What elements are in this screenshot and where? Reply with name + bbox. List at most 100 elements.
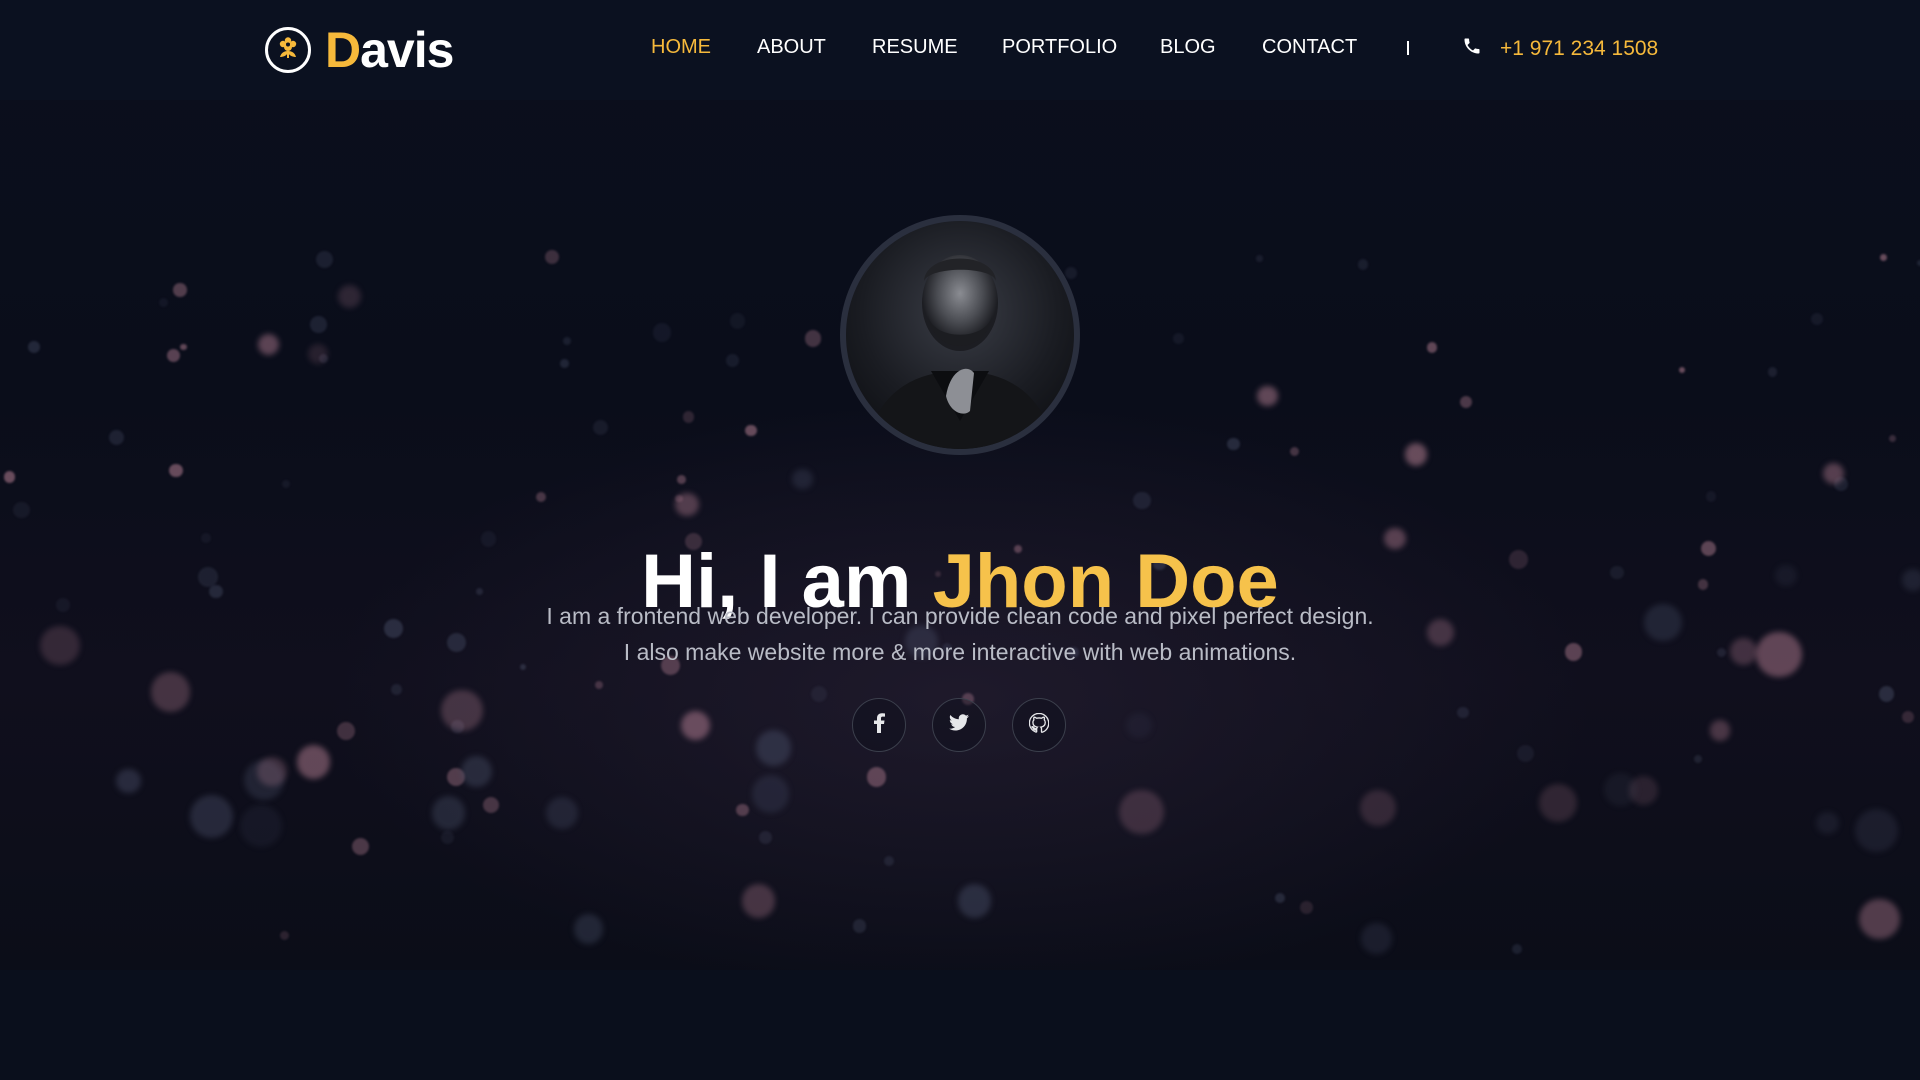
bokeh-particle — [257, 333, 279, 355]
bokeh-particle — [1705, 491, 1716, 502]
bokeh-particle — [240, 805, 283, 848]
bokeh-particle — [257, 756, 287, 787]
nav-resume[interactable]: RESUME — [872, 36, 958, 59]
bokeh-particle — [109, 429, 124, 445]
bokeh-particle — [307, 343, 329, 365]
hero-description-line-2: I also make website more & more interact… — [623, 639, 1297, 665]
brand-rest: avis — [360, 22, 454, 78]
bokeh-particle — [336, 721, 355, 740]
bokeh-particle — [729, 313, 746, 329]
bokeh-particle — [741, 884, 776, 918]
bokeh-particle — [544, 250, 560, 265]
bokeh-particle — [1511, 943, 1523, 955]
bokeh-particle — [1710, 720, 1731, 741]
bokeh-particle — [1357, 259, 1369, 270]
brand-logo[interactable]: Davis — [265, 22, 454, 78]
hero-section — [0, 0, 1920, 970]
bokeh-particle — [1678, 367, 1685, 374]
bokeh-particle — [447, 767, 466, 787]
bokeh-particle — [1888, 435, 1896, 443]
bokeh-particle — [1457, 706, 1469, 719]
bokeh-particle — [759, 831, 773, 845]
bokeh-particle — [560, 359, 569, 368]
nav-contact[interactable]: CONTACT — [1262, 36, 1357, 59]
twitter-icon — [949, 714, 969, 736]
facebook-icon — [873, 712, 885, 738]
bokeh-particle — [1859, 898, 1900, 940]
bokeh-particle — [810, 685, 827, 702]
nav-home[interactable]: HOME — [651, 36, 711, 59]
flower-logo-icon — [265, 27, 311, 73]
bokeh-particle — [244, 759, 285, 800]
phone-link[interactable]: +1 971 234 1508 — [1462, 36, 1658, 61]
nav-blog[interactable]: BLOG — [1160, 36, 1216, 59]
nav-about[interactable]: ABOUT — [757, 36, 826, 59]
bokeh-particle — [682, 411, 695, 423]
twitter-button[interactable] — [932, 698, 986, 752]
bokeh-particle — [1901, 711, 1914, 724]
bokeh-particle — [677, 474, 686, 484]
bokeh-particle — [1361, 923, 1392, 954]
bokeh-particle — [1628, 775, 1658, 805]
bokeh-particle — [319, 353, 329, 363]
bokeh-particle — [282, 480, 291, 489]
bokeh-particle — [1459, 396, 1473, 409]
profile-photo — [840, 215, 1080, 455]
bokeh-particle — [279, 930, 289, 941]
bokeh-particle — [13, 501, 30, 519]
bokeh-particle — [1274, 893, 1285, 904]
bokeh-particle — [116, 769, 141, 794]
bokeh-particle — [593, 419, 609, 436]
bokeh-particle — [441, 689, 483, 732]
bokeh-particle — [431, 796, 466, 830]
bokeh-particle — [351, 837, 370, 856]
bokeh-particle — [1879, 253, 1888, 262]
brand-name: Davis — [325, 22, 454, 78]
bokeh-particle — [957, 884, 991, 918]
hero-description: I am a frontend web developer. I can pro… — [0, 598, 1920, 670]
bokeh-particle — [1257, 385, 1278, 407]
bokeh-particle — [804, 330, 822, 347]
bokeh-particle — [1125, 712, 1152, 739]
bokeh-particle — [726, 354, 739, 367]
nav-separator — [1407, 41, 1409, 55]
bokeh-particle — [310, 316, 327, 333]
bokeh-particle — [441, 831, 454, 845]
nav-portfolio[interactable]: PORTFOLIO — [1002, 36, 1117, 59]
bokeh-particle — [1878, 685, 1895, 702]
bokeh-particle — [1173, 333, 1184, 344]
bokeh-particle — [681, 710, 711, 740]
bokeh-particle — [792, 468, 813, 490]
bokeh-particle — [884, 855, 895, 867]
site-header: Davis HOME ABOUT RESUME PORTFOLIO BLOG C… — [0, 0, 1920, 100]
bokeh-particle — [1603, 773, 1638, 807]
bokeh-particle — [180, 343, 187, 350]
social-links — [852, 698, 1066, 752]
bokeh-particle — [755, 730, 792, 766]
bokeh-particle — [562, 336, 571, 345]
bokeh-particle — [866, 767, 887, 787]
bokeh-particle — [460, 755, 493, 788]
brand-first-letter: D — [325, 22, 361, 78]
bokeh-particle — [296, 744, 331, 779]
bokeh-particle — [1256, 255, 1263, 262]
bokeh-particle — [1064, 266, 1077, 279]
bokeh-particle — [675, 495, 683, 503]
bokeh-particle — [150, 672, 191, 712]
bokeh-particle — [28, 340, 40, 353]
bokeh-particle — [652, 323, 672, 342]
bokeh-particle — [1289, 446, 1300, 456]
bokeh-particle — [3, 471, 16, 483]
bokeh-particle — [1822, 462, 1845, 485]
bokeh-particle — [1517, 745, 1535, 763]
bokeh-particle — [1833, 477, 1848, 492]
github-button[interactable] — [1012, 698, 1066, 752]
facebook-button[interactable] — [852, 698, 906, 752]
bokeh-particle — [573, 914, 604, 945]
bokeh-particle — [1360, 790, 1396, 826]
phone-icon — [1462, 36, 1482, 61]
bokeh-particle — [594, 680, 604, 690]
bokeh-particle — [1694, 755, 1703, 764]
bokeh-particle — [1539, 784, 1577, 823]
bokeh-particle — [173, 283, 187, 297]
